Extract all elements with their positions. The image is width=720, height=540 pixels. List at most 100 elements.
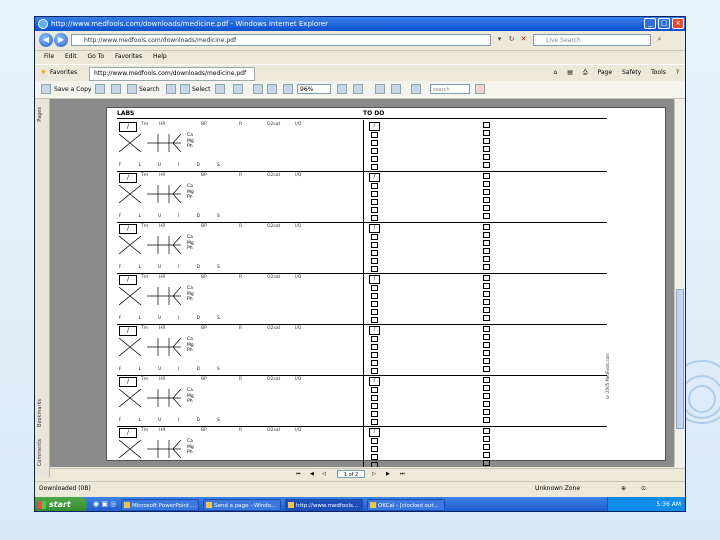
right-checkbox[interactable] [483, 307, 490, 313]
todo-checkbox[interactable] [371, 215, 378, 221]
todo-checkbox[interactable] [371, 191, 378, 197]
refresh-icon[interactable]: ↻ [507, 35, 516, 44]
todo-checkbox[interactable] [371, 250, 378, 256]
find-input[interactable]: search [430, 84, 470, 94]
tab-current[interactable]: http://www.medfools.com/downloads/medici… [89, 67, 255, 81]
select-button[interactable]: Select [192, 81, 211, 98]
fit-page-icon[interactable] [253, 84, 263, 94]
todo-checkbox[interactable] [371, 301, 378, 307]
first-page-icon[interactable]: ⏮ [296, 469, 301, 480]
favorites-label[interactable]: Favorites [50, 65, 77, 81]
todo-checkbox[interactable] [371, 419, 378, 425]
todo-checkbox[interactable] [371, 387, 378, 393]
right-checkbox[interactable] [483, 377, 490, 383]
todo-checkbox[interactable] [371, 454, 378, 460]
right-checkbox[interactable] [483, 224, 490, 230]
menu-goto[interactable]: Go To [88, 53, 105, 60]
quicklaunch-icons[interactable]: ◉ ▣ ◎ [93, 500, 116, 508]
fit-width-icon[interactable] [267, 84, 277, 94]
back-button[interactable]: ◀ [39, 33, 53, 47]
right-checkbox[interactable] [483, 452, 490, 458]
right-checkbox[interactable] [483, 366, 490, 372]
right-checkbox[interactable] [483, 358, 490, 364]
undo-icon[interactable] [391, 84, 401, 94]
right-checkbox[interactable] [483, 385, 490, 391]
todo-checkbox[interactable] [371, 352, 378, 358]
minimize-button[interactable]: _ [644, 18, 656, 29]
menu-help[interactable]: Help [153, 53, 167, 60]
right-checkbox[interactable] [483, 264, 490, 270]
print-pdf-icon[interactable] [95, 84, 105, 94]
right-checkbox[interactable] [483, 342, 490, 348]
save-copy-button[interactable]: Save a Copy [54, 81, 91, 98]
right-checkbox[interactable] [483, 248, 490, 254]
taskbar-button-okcal[interactable]: OKCal - [clocked out... [367, 499, 445, 511]
star-icon[interactable]: ★ [39, 68, 48, 77]
todo-checkbox[interactable] [371, 207, 378, 213]
right-checkbox[interactable] [483, 130, 490, 136]
dropdown-icon[interactable]: ▾ [495, 35, 504, 44]
todo-checkbox[interactable] [371, 403, 378, 409]
todo-checkbox[interactable] [371, 446, 378, 452]
right-checkbox[interactable] [483, 173, 490, 179]
right-checkbox[interactable] [483, 326, 490, 332]
tool-page[interactable]: Page [598, 69, 613, 76]
right-checkbox[interactable] [483, 122, 490, 128]
right-checkbox[interactable] [483, 154, 490, 160]
tool-safety[interactable]: Safety [622, 69, 641, 76]
zoom-select[interactable]: 96% [297, 84, 331, 94]
feeds-icon[interactable]: ▤ [567, 69, 573, 76]
search-icon[interactable]: ⌕ [655, 35, 664, 44]
tool-tools[interactable]: Tools [651, 69, 666, 76]
prev-view-icon[interactable]: ◁ [322, 469, 326, 480]
right-checkbox[interactable] [483, 417, 490, 423]
search-button[interactable]: Search [139, 81, 160, 98]
todo-checkbox[interactable] [371, 411, 378, 417]
right-checkbox[interactable] [483, 350, 490, 356]
todo-checkbox[interactable] [371, 309, 378, 315]
todo-checkbox[interactable] [371, 317, 378, 323]
todo-checkbox[interactable] [371, 148, 378, 154]
hand-tool-icon[interactable] [166, 84, 176, 94]
todo-checkbox[interactable] [371, 156, 378, 162]
right-checkbox[interactable] [483, 315, 490, 321]
next-page-icon[interactable]: ▶ [386, 469, 390, 480]
close-button[interactable]: × [672, 18, 684, 29]
right-checkbox[interactable] [483, 436, 490, 442]
right-checkbox[interactable] [483, 409, 490, 415]
home-icon[interactable]: ⌂ [553, 69, 557, 76]
todo-checkbox[interactable] [371, 368, 378, 374]
right-checkbox[interactable] [483, 393, 490, 399]
tab-comments[interactable]: Comments [37, 439, 47, 466]
stop-icon[interactable]: ✕ [519, 35, 528, 44]
todo-checkbox[interactable] [371, 242, 378, 248]
menu-favorites[interactable]: Favorites [115, 53, 142, 60]
address-input[interactable]: http://www.medfools.com/downloads/medici… [71, 34, 491, 46]
todo-checkbox[interactable] [371, 199, 378, 205]
todo-checkbox[interactable] [371, 438, 378, 444]
right-checkbox[interactable] [483, 428, 490, 434]
taskbar-button-powerpoint[interactable]: Microsoft PowerPoint ... [121, 499, 199, 511]
right-checkbox[interactable] [483, 162, 490, 168]
adobe-icon[interactable] [475, 84, 485, 94]
next-view-icon[interactable]: ▷ [372, 469, 376, 480]
tab-pages[interactable]: Pages [37, 107, 47, 122]
right-checkbox[interactable] [483, 401, 490, 407]
zoom-plus-icon[interactable] [337, 84, 347, 94]
right-checkbox[interactable] [483, 146, 490, 152]
right-checkbox[interactable] [483, 275, 490, 281]
print-icon[interactable]: ⎙ [583, 69, 588, 76]
right-checkbox[interactable] [483, 334, 490, 340]
taskbar-button-send[interactable]: Send a page - Windo... [203, 499, 281, 511]
right-checkbox[interactable] [483, 181, 490, 187]
todo-checkbox[interactable] [371, 285, 378, 291]
zoom-in-icon[interactable] [233, 84, 243, 94]
taskbar-button-medfools[interactable]: http://www.medfools... [285, 499, 363, 511]
scroll-thumb[interactable] [676, 289, 684, 429]
right-checkbox[interactable] [483, 138, 490, 144]
todo-checkbox[interactable] [371, 183, 378, 189]
todo-checkbox[interactable] [371, 132, 378, 138]
vertical-scrollbar[interactable] [674, 99, 685, 467]
sign-icon[interactable] [411, 84, 421, 94]
todo-checkbox[interactable] [371, 462, 378, 467]
